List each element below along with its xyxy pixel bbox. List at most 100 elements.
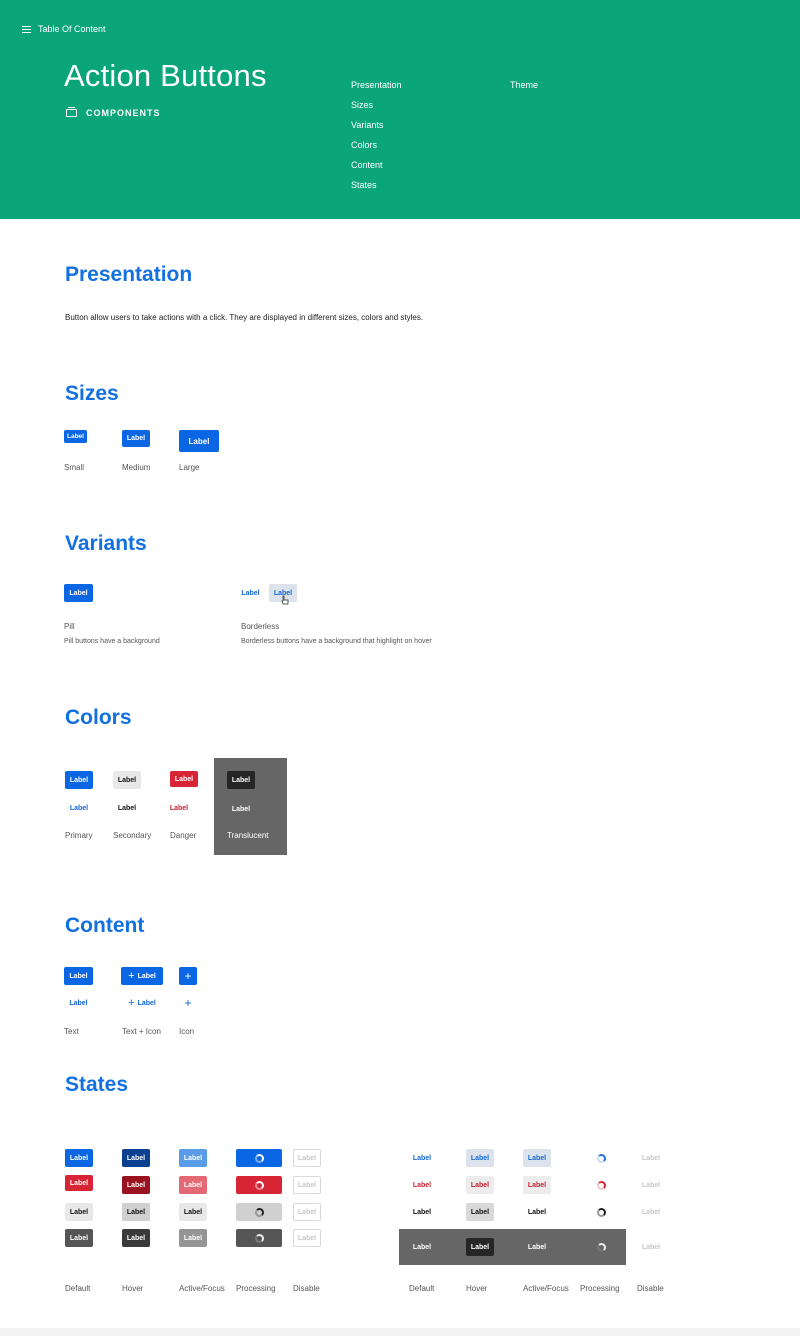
toc-link-states[interactable]: States — [351, 180, 402, 200]
borderless-primary-processing[interactable] — [587, 1149, 615, 1167]
text-button[interactable]: Label — [64, 967, 93, 985]
toc-link-sizes[interactable]: Sizes — [351, 100, 402, 120]
variant-name-borderless: Borderless — [241, 622, 280, 631]
translucent-active-button[interactable]: Label — [179, 1229, 207, 1247]
icon-borderless-button[interactable]: + — [179, 995, 197, 1011]
hand-cursor-icon — [281, 595, 289, 605]
borderless-secondary-processing[interactable] — [587, 1203, 615, 1221]
variant-desc-borderless: Borderless buttons have a background tha… — [241, 638, 432, 645]
borderless-primary-active[interactable]: Label — [523, 1149, 551, 1167]
section-title-states: States — [65, 1073, 129, 1096]
borderless-secondary-disabled: Label — [641, 1208, 661, 1216]
borderless-state-caption-processing: Processing — [580, 1284, 620, 1293]
state-caption-default: Default — [65, 1284, 91, 1293]
spinner-icon — [254, 1180, 264, 1190]
menu-icon — [22, 25, 31, 33]
page-title: Action Buttons — [64, 58, 267, 93]
state-caption-hover: Hover — [122, 1284, 144, 1293]
borderless-translucent-disabled: Label — [641, 1243, 661, 1251]
borderless-danger-processing[interactable] — [587, 1176, 615, 1194]
danger-borderless-button[interactable]: Label — [165, 800, 193, 816]
danger-disabled-button: Label — [293, 1176, 321, 1194]
toc-links-col2: Theme — [510, 80, 538, 90]
borderless-secondary-default[interactable]: Label — [408, 1203, 436, 1221]
danger-active-button[interactable]: Label — [179, 1176, 207, 1194]
variant-desc-pill: Pill buttons have a background — [64, 638, 160, 645]
secondary-pill-button[interactable]: Label — [113, 771, 141, 789]
primary-active-button[interactable]: Label — [179, 1149, 207, 1167]
section-title-variants: Variants — [65, 532, 147, 555]
translucent-processing-button[interactable] — [236, 1229, 282, 1247]
small-button[interactable]: Label — [64, 430, 87, 443]
borderless-translucent-hover[interactable]: Label — [466, 1238, 494, 1256]
toc-link-colors[interactable]: Colors — [351, 140, 402, 160]
plus-icon: + — [184, 996, 192, 1010]
borderless-danger-active[interactable]: Label — [523, 1176, 551, 1194]
secondary-disabled-button: Label — [293, 1203, 321, 1221]
color-caption-danger: Danger — [170, 831, 197, 840]
large-button[interactable]: Label — [179, 430, 219, 452]
icon-button[interactable]: + — [179, 967, 197, 985]
borderless-primary-hover[interactable]: Label — [466, 1149, 494, 1167]
text-icon-borderless-button[interactable]: + Label — [121, 995, 163, 1011]
spinner-icon — [254, 1153, 264, 1163]
toc-link-theme[interactable]: Theme — [510, 80, 538, 90]
borderless-secondary-active[interactable]: Label — [523, 1203, 551, 1221]
secondary-active-button[interactable]: Label — [179, 1203, 207, 1221]
translucent-default-button[interactable]: Label — [65, 1229, 93, 1247]
text-icon-button[interactable]: + Label — [121, 967, 163, 985]
borderless-danger-hover[interactable]: Label — [466, 1176, 494, 1194]
danger-default-button[interactable]: Label — [65, 1175, 93, 1191]
plus-icon: + — [128, 969, 135, 982]
borderless-translucent-default[interactable]: Label — [408, 1238, 436, 1256]
secondary-borderless-button[interactable]: Label — [113, 800, 141, 816]
borderless-state-caption-hover: Hover — [466, 1284, 488, 1293]
medium-button[interactable]: Label — [122, 430, 150, 447]
borderless-state-caption-disable: Disable — [637, 1284, 664, 1293]
size-caption-medium: Medium — [122, 463, 151, 472]
borderless-primary-default[interactable]: Label — [408, 1149, 436, 1167]
text-borderless-button[interactable]: Label — [64, 995, 93, 1011]
toc-link-content[interactable]: Content — [351, 160, 402, 180]
toc-link-presentation[interactable]: Presentation — [351, 80, 402, 100]
secondary-hover-button[interactable]: Label — [122, 1203, 150, 1221]
page-bottom-edge — [0, 1328, 800, 1336]
plus-icon: + — [184, 969, 192, 983]
color-caption-translucent: Translucent — [227, 831, 269, 840]
danger-processing-button[interactable] — [236, 1176, 282, 1194]
borderless-button[interactable]: Label — [238, 584, 263, 602]
translucent-borderless-button[interactable]: Label — [227, 801, 255, 817]
primary-default-button[interactable]: Label — [65, 1149, 93, 1167]
spinner-icon — [254, 1207, 264, 1217]
borderless-danger-default[interactable]: Label — [408, 1176, 436, 1194]
toc-link-variants[interactable]: Variants — [351, 120, 402, 140]
secondary-default-button[interactable]: Label — [65, 1203, 93, 1221]
primary-borderless-button[interactable]: Label — [65, 800, 93, 816]
spinner-icon — [596, 1180, 606, 1190]
primary-processing-button[interactable] — [236, 1149, 282, 1167]
pill-button[interactable]: Label — [64, 584, 93, 602]
danger-pill-button[interactable]: Label — [170, 771, 198, 787]
content-caption-text: Text — [64, 1027, 79, 1036]
section-title-sizes: Sizes — [65, 382, 119, 405]
presentation-text: Button allow users to take actions with … — [65, 313, 424, 322]
primary-hover-button[interactable]: Label — [122, 1149, 150, 1167]
translucent-pill-button[interactable]: Label — [227, 771, 255, 789]
danger-hover-button[interactable]: Label — [122, 1176, 150, 1194]
plus-icon: + — [128, 996, 135, 1009]
primary-pill-button[interactable]: Label — [65, 771, 93, 789]
spinner-icon — [596, 1242, 606, 1252]
toc-links: Presentation Sizes Variants Colors Conte… — [351, 80, 402, 200]
secondary-processing-button[interactable] — [236, 1203, 282, 1221]
table-of-content-toggle[interactable]: Table Of Content — [22, 24, 106, 34]
size-caption-small: Small — [64, 463, 85, 472]
borderless-translucent-processing[interactable] — [587, 1238, 615, 1256]
translucent-hover-button[interactable]: Label — [122, 1229, 150, 1247]
category-label: COMPONENTS — [66, 107, 161, 118]
content-caption-icon: Icon — [179, 1027, 195, 1036]
borderless-secondary-hover[interactable]: Label — [466, 1203, 494, 1221]
section-title-colors: Colors — [65, 706, 132, 729]
variant-name-pill: Pill — [64, 622, 75, 631]
section-title-presentation: Presentation — [65, 263, 193, 286]
borderless-translucent-active[interactable]: Label — [523, 1238, 551, 1256]
